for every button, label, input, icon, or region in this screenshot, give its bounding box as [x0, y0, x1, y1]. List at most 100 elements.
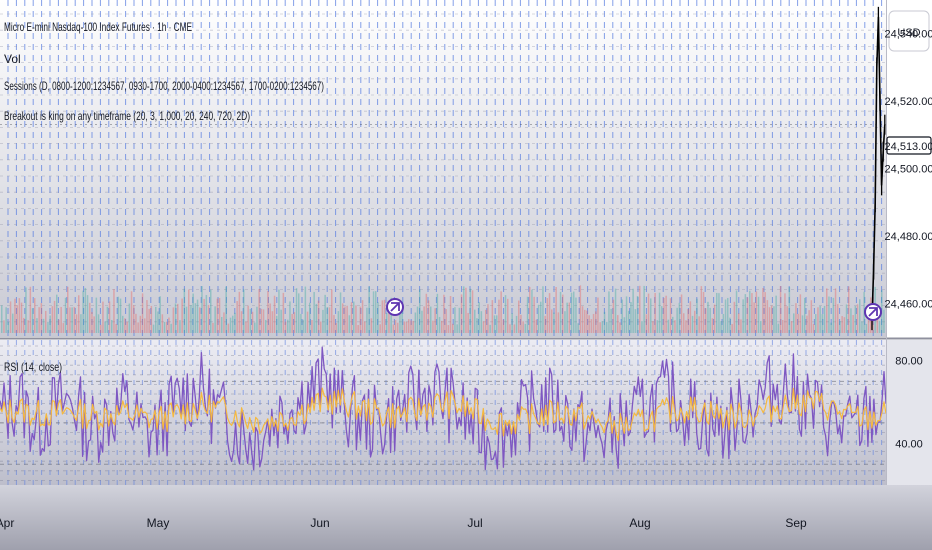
volume-bar — [258, 288, 260, 333]
volume-bar — [735, 290, 738, 333]
volume-bar — [526, 296, 529, 333]
volume-bar — [548, 293, 551, 333]
volume-bar — [865, 323, 868, 333]
volume-bar — [581, 306, 584, 333]
volume-bar — [25, 287, 27, 333]
volume-bar — [350, 302, 353, 333]
volume-bar — [128, 303, 131, 333]
volume-bar — [784, 293, 786, 333]
volume-bar — [614, 288, 617, 333]
volume-bar — [579, 285, 582, 333]
volume-bar — [62, 323, 65, 333]
volume-bar — [130, 291, 133, 333]
volume-bar — [276, 315, 278, 333]
volume-bar — [746, 297, 749, 333]
volume-bar — [573, 291, 575, 333]
volume-bar — [207, 304, 210, 333]
volume-bar — [823, 305, 826, 333]
volume-bar — [64, 297, 67, 333]
volume-bar — [174, 303, 177, 333]
volume-bar — [795, 303, 797, 333]
volume-bar — [342, 303, 344, 333]
volume-bar — [225, 286, 227, 333]
volume-bar — [416, 306, 419, 333]
volume-bar — [815, 314, 817, 333]
volume-bar — [533, 296, 535, 333]
volume-bar — [185, 306, 188, 333]
volume-bar — [31, 308, 34, 333]
volume-bar — [606, 321, 608, 333]
volume-bar — [755, 291, 758, 333]
breakout-legend[interactable]: Breakout is king on any timeframe (20, 3… — [4, 109, 250, 123]
volume-bar — [650, 298, 652, 333]
volume-bar — [779, 286, 782, 333]
volume-bar — [315, 303, 318, 333]
volume-bar — [7, 321, 10, 333]
volume-bar — [678, 302, 681, 333]
main-pane[interactable] — [0, 0, 886, 337]
volume-bar — [658, 292, 661, 333]
volume-bar — [199, 307, 201, 333]
volume-bar — [793, 313, 795, 333]
volume-bar — [298, 293, 300, 333]
volume-bar — [485, 309, 487, 333]
volume-bar — [346, 305, 348, 333]
volume-bar — [669, 298, 672, 333]
volume-bar — [788, 286, 791, 333]
volume-bar — [73, 306, 76, 333]
volume-bar — [449, 296, 452, 333]
volume-bar — [683, 313, 685, 333]
volume-bar — [238, 291, 241, 333]
symbol-title[interactable]: Micro E-mini Nasdaq-100 Index Futures · … — [4, 20, 192, 34]
volume-bar — [557, 312, 560, 333]
volume-bar — [456, 324, 458, 333]
volume-bar — [113, 289, 115, 333]
volume-bar — [623, 317, 626, 333]
price-tick-label: 24,540.00 — [885, 29, 932, 41]
volume-bar — [619, 322, 621, 333]
volume-bar — [667, 319, 670, 333]
volume-legend[interactable]: Vol — [4, 52, 21, 66]
volume-bar — [300, 313, 302, 333]
chart-canvas[interactable]: Micro E-mini Nasdaq-100 Index Futures · … — [0, 0, 932, 550]
volume-bar — [771, 305, 773, 333]
volume-bar — [722, 313, 725, 333]
earnings-marker-2[interactable] — [864, 303, 882, 321]
volume-bar — [53, 300, 56, 333]
volume-bar — [817, 307, 819, 333]
volume-bar — [854, 305, 857, 333]
volume-bar — [504, 295, 507, 333]
volume-bar — [309, 302, 311, 333]
volume-bar — [711, 318, 714, 333]
rsi-legend[interactable]: RSI (14, close) — [4, 360, 62, 374]
volume-bar — [834, 288, 837, 333]
volume-bar — [641, 321, 643, 333]
volume-bar — [612, 299, 615, 333]
volume-bar — [364, 321, 366, 333]
volume-bar — [540, 301, 542, 333]
volume-bar — [170, 323, 172, 333]
volume-bar — [119, 298, 122, 333]
volume-bar — [586, 310, 588, 333]
volume-bar — [689, 301, 692, 333]
volume-bar — [232, 315, 234, 333]
volume-bar — [555, 287, 557, 333]
sessions-legend[interactable]: Sessions (D, 0800-1200:1234567, 0930-170… — [4, 79, 324, 93]
volume-bar — [157, 311, 159, 333]
volume-bar — [381, 300, 384, 333]
volume-bar — [507, 298, 509, 333]
volume-bar — [419, 289, 421, 333]
volume-bar — [465, 287, 467, 333]
volume-bar — [537, 304, 540, 333]
volume-bar — [742, 299, 744, 333]
volume-bar — [496, 315, 498, 333]
volume-bar — [696, 298, 698, 333]
volume-bar — [665, 295, 667, 333]
volume-bar — [38, 307, 40, 333]
volume-bar — [436, 293, 439, 333]
volume-bar — [751, 293, 753, 333]
volume-bar — [804, 297, 806, 333]
volume-bar — [434, 308, 436, 333]
earnings-marker[interactable] — [386, 298, 404, 316]
volume-bar — [234, 312, 236, 333]
